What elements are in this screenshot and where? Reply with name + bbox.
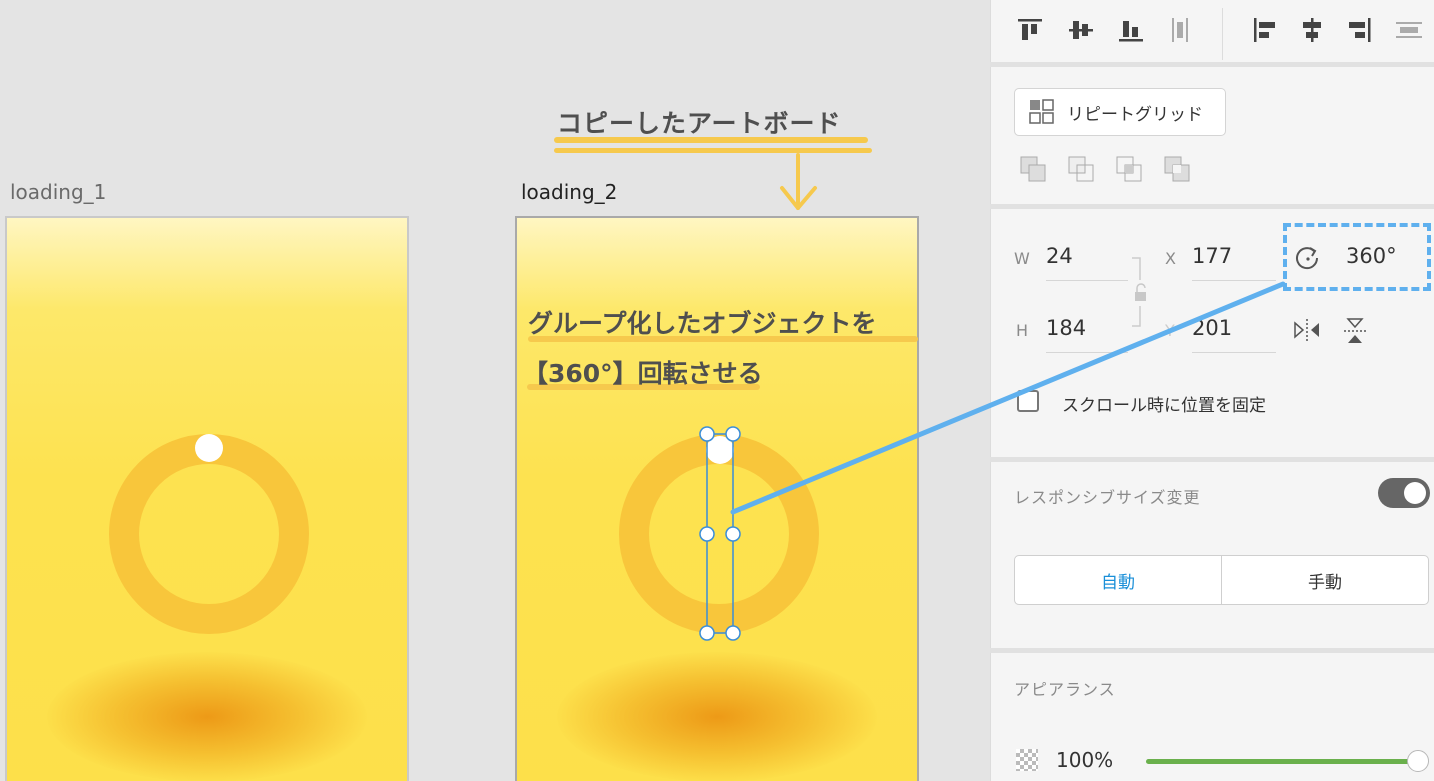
distribute-vertical-icon[interactable] <box>1163 12 1197 48</box>
opacity-field[interactable]: 100% <box>1056 748 1113 772</box>
width-field-underline <box>1046 280 1128 281</box>
y-field[interactable]: 201 <box>1192 316 1232 340</box>
section-divider <box>990 204 1434 209</box>
height-field-underline <box>1046 352 1128 353</box>
resize-mode-manual[interactable]: 手動 <box>1222 556 1428 604</box>
x-field-underline <box>1192 280 1276 281</box>
height-label: H <box>1016 321 1029 340</box>
opacity-slider-handle[interactable] <box>1407 750 1429 772</box>
section-divider <box>990 648 1434 653</box>
y-field-underline <box>1192 352 1276 353</box>
section-divider <box>990 62 1434 67</box>
x-field[interactable]: 177 <box>1192 244 1232 268</box>
resize-mode-segmented-control: 自動 手動 <box>1014 555 1429 605</box>
align-middle-icon[interactable] <box>1064 12 1098 48</box>
repeat-grid-label: リピートグリッド <box>1067 104 1203 125</box>
height-field[interactable]: 184 <box>1046 316 1086 340</box>
width-label: W <box>1014 249 1030 268</box>
width-field[interactable]: 24 <box>1046 244 1073 268</box>
lock-aspect-icon[interactable] <box>1128 256 1148 330</box>
repeat-grid-icon <box>1029 99 1054 124</box>
align-right-icon[interactable] <box>1342 12 1376 48</box>
toggle-knob <box>1404 482 1426 504</box>
boolean-intersect-icon[interactable] <box>1115 155 1145 185</box>
align-left-icon[interactable] <box>1248 12 1282 48</box>
resize-mode-auto[interactable]: 自動 <box>1015 556 1222 604</box>
opacity-icon <box>1016 749 1038 771</box>
toolbar-divider <box>1222 8 1223 60</box>
y-label: Y <box>1165 321 1175 340</box>
responsive-resize-toggle[interactable] <box>1378 478 1430 508</box>
boolean-add-icon[interactable] <box>1019 155 1049 185</box>
canvas-overlay <box>699 153 817 641</box>
flip-vertical-icon[interactable] <box>1341 316 1369 346</box>
design-canvas[interactable]: loading_1 loading_2 コピーしたアートボード グループ化したオ… <box>0 0 990 781</box>
selection-box[interactable] <box>699 426 741 641</box>
align-bottom-icon[interactable] <box>1114 12 1148 48</box>
boolean-subtract-icon[interactable] <box>1067 155 1097 185</box>
opacity-slider-track[interactable] <box>1146 759 1418 764</box>
arrow-down-icon <box>780 153 817 210</box>
align-center-icon[interactable] <box>1295 12 1329 48</box>
fix-position-label: スクロール時に位置を固定 <box>1062 396 1266 416</box>
align-top-icon[interactable] <box>1013 12 1047 48</box>
flip-horizontal-icon[interactable] <box>1292 316 1322 344</box>
appearance-label: アピアランス <box>1014 680 1116 699</box>
distribute-horizontal-icon[interactable] <box>1392 12 1426 48</box>
boolean-exclude-icon[interactable] <box>1163 155 1193 185</box>
responsive-resize-label: レスポンシブサイズ変更 <box>1014 488 1201 507</box>
repeat-grid-button[interactable]: リピートグリッド <box>1014 88 1226 136</box>
fix-position-checkbox[interactable] <box>1017 390 1039 412</box>
x-label: X <box>1165 249 1176 268</box>
section-divider <box>990 457 1434 462</box>
rotation-highlight-box <box>1283 223 1431 291</box>
